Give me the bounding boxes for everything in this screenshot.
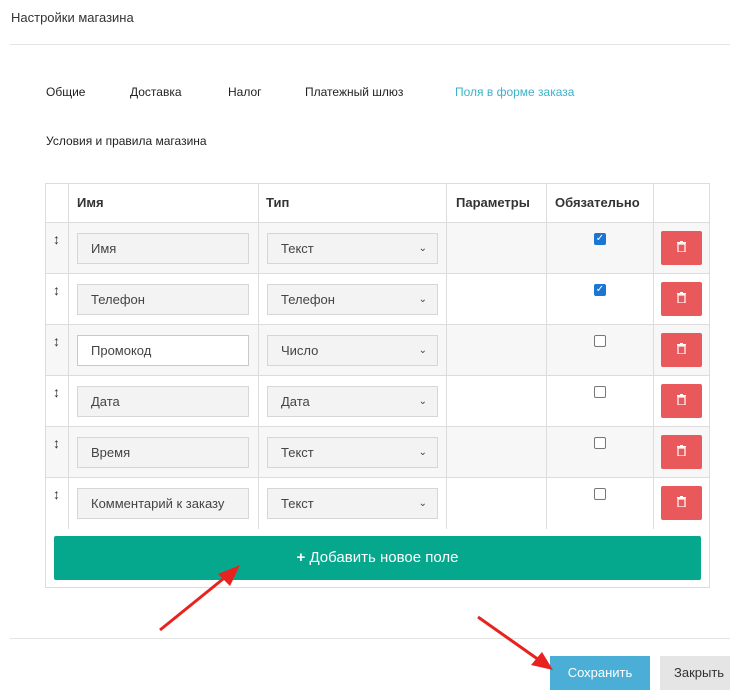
arrow-head-icon (218, 565, 240, 586)
annotation-arrows (159, 565, 553, 670)
arrow-to-save-button (477, 615, 540, 662)
arrow-to-add-button (159, 573, 229, 632)
arrow-head-icon (531, 652, 553, 670)
